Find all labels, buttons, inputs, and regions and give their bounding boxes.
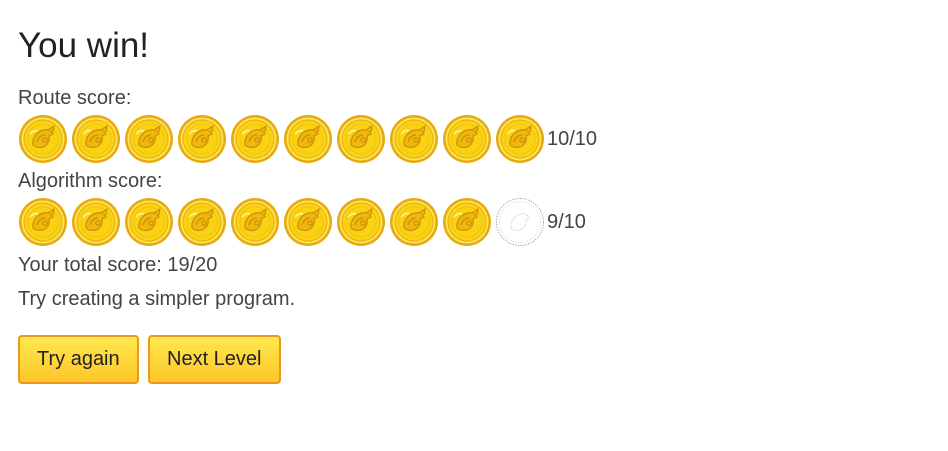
- gold-coin-icon: [283, 197, 333, 247]
- gold-coin-icon: [495, 114, 545, 164]
- gold-coin-icon: [71, 114, 121, 164]
- gold-coin-icon: [177, 114, 227, 164]
- gold-coin-icon: [442, 114, 492, 164]
- try-again-button[interactable]: Try again: [18, 335, 139, 384]
- route-score-label: Route score:: [18, 87, 132, 109]
- gold-coin-icon: [18, 197, 68, 247]
- gold-coin-icon: [230, 114, 280, 164]
- algorithm-score-label: Algorithm score:: [18, 170, 163, 192]
- algorithm-score-coins: 9/10: [18, 196, 586, 248]
- gold-coin-icon: [124, 197, 174, 247]
- gold-coin-icon: [389, 114, 439, 164]
- page-title: You win!: [18, 26, 150, 65]
- gold-coin-icon: [283, 114, 333, 164]
- route-score-coins: 10/10: [18, 113, 597, 165]
- algorithm-score-fraction: 9/10: [547, 210, 586, 233]
- gold-coin-icon: [336, 114, 386, 164]
- empty-coin-icon: [495, 197, 545, 247]
- gold-coin-icon: [71, 197, 121, 247]
- gold-coin-icon: [177, 197, 227, 247]
- gold-coin-icon: [124, 114, 174, 164]
- next-level-button[interactable]: Next Level: [148, 335, 281, 384]
- gold-coin-icon: [230, 197, 280, 247]
- gold-coin-icon: [389, 197, 439, 247]
- route-score-fraction: 10/10: [547, 127, 598, 150]
- gold-coin-icon: [18, 114, 68, 164]
- total-score-text: Your total score: 19/20: [18, 254, 218, 276]
- feedback-message: Try creating a simpler program.: [18, 288, 296, 310]
- gold-coin-icon: [442, 197, 492, 247]
- gold-coin-icon: [336, 197, 386, 247]
